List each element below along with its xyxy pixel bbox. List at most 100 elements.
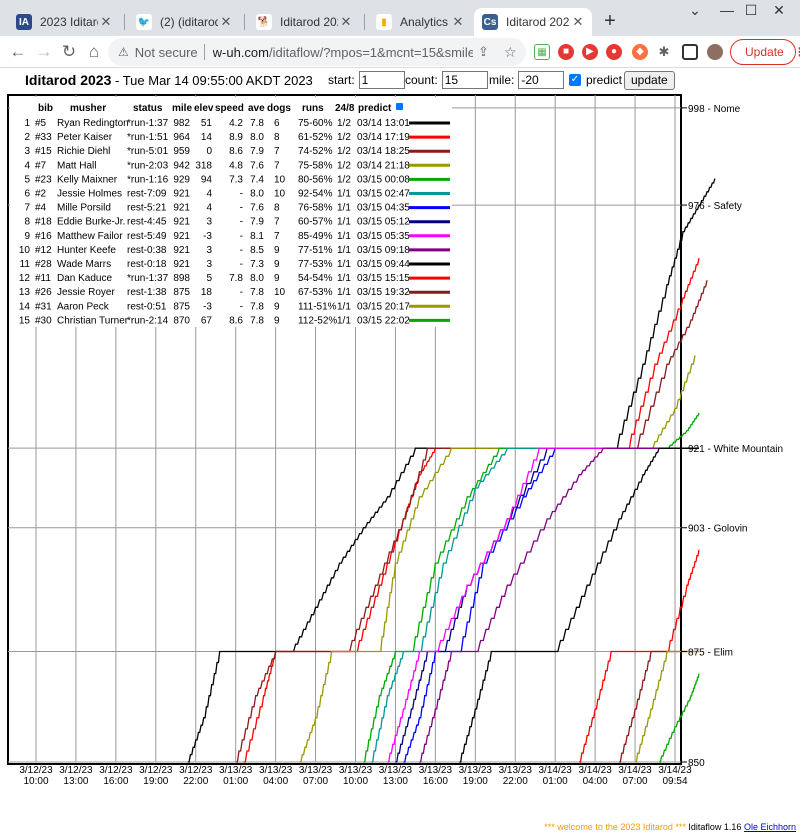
table-cell-runs: 112-52% — [298, 315, 337, 326]
x-tick-time: 01:00 — [543, 776, 568, 787]
close-tab-icon[interactable]: ✕ — [570, 14, 586, 30]
reload-icon[interactable]: ↻ — [57, 40, 81, 64]
table-cell-predict: 03/15 02:47 — [357, 189, 410, 200]
table-cell-bib: #33 — [35, 132, 52, 143]
x-tick-date: 3/14/23 — [539, 765, 573, 776]
table-cell-elev: 67 — [201, 315, 213, 326]
browser-tab-4[interactable]: ▮ Analytics ✕ — [368, 8, 472, 36]
table-cell-elev: 14 — [201, 132, 213, 143]
table-cell-dogs: 10 — [274, 174, 286, 185]
predict-checkbox[interactable]: ✓ — [569, 74, 581, 86]
browser-tab-5-active[interactable]: Cs Iditarod 2023 flo ✕ — [474, 8, 592, 36]
x-tick-date: 3/12/23 — [19, 765, 53, 776]
avatar[interactable] — [707, 44, 723, 60]
tab-title: (2) (iditarod OR — [160, 15, 218, 29]
table-cell-speed: 4.8 — [229, 160, 243, 171]
table-cell-r248: 1/1 — [337, 217, 351, 228]
x-tick-date: 3/13/23 — [499, 765, 533, 776]
chevron-down-icon[interactable]: ⌄ — [680, 2, 710, 19]
x-tick-time: 01:00 — [223, 776, 248, 787]
table-cell-mile: 929 — [173, 174, 190, 185]
table-cell-r248: 1/2 — [337, 160, 351, 171]
iditarod-logo-icon: IA — [16, 14, 32, 30]
tab-divider — [124, 14, 125, 30]
table-cell-mile: 921 — [173, 245, 190, 256]
extension-fox-icon[interactable]: ◆ — [632, 44, 648, 60]
address-bar[interactable]: ⚠ Not secure w-uh.com/iditaflow/?mpos=1&… — [108, 38, 526, 66]
table-cell-musher: Wade Marrs — [57, 259, 111, 270]
extension-stop-icon[interactable]: ■ — [558, 44, 574, 60]
home-icon[interactable]: ⌂ — [82, 40, 106, 64]
forward-arrow-icon[interactable]: → — [32, 40, 56, 64]
dog-icon: 🐕 — [256, 14, 272, 30]
browser-tab-2[interactable]: 🐦 (2) (iditarod OR ✕ — [128, 8, 240, 36]
warning-icon: ⚠ — [118, 45, 129, 59]
table-cell-n: 8 — [24, 217, 30, 228]
table-cell-mile: 898 — [173, 273, 190, 284]
checkpoint-label: 976 - Safety — [688, 201, 742, 212]
close-tab-icon[interactable]: ✕ — [98, 14, 114, 30]
table-cell-ave: 8.0 — [250, 273, 264, 284]
table-cell-status: rest-5:21 — [127, 203, 167, 214]
url-text: w-uh.com/iditaflow/?mpos=1&mcnt=15&smile… — [213, 45, 473, 60]
x-tick-date: 3/13/23 — [419, 765, 453, 776]
close-tab-icon[interactable]: ✕ — [450, 14, 466, 30]
mile-input[interactable] — [518, 71, 565, 89]
table-cell-n: 6 — [24, 189, 30, 200]
close-tab-icon[interactable]: ✕ — [218, 14, 234, 30]
share-icon[interactable]: ⇪ — [478, 44, 489, 60]
table-cell-predict: 03/15 09:44 — [357, 259, 410, 270]
table-cell-speed: - — [240, 259, 243, 270]
x-tick-date: 3/13/23 — [379, 765, 413, 776]
x-tick-time: 22:00 — [183, 776, 208, 787]
start-input[interactable] — [358, 71, 405, 89]
x-tick-time: 07:00 — [623, 776, 648, 787]
table-cell-status: rest-0:18 — [127, 259, 167, 270]
table-cell-runs: 92-54% — [298, 189, 333, 200]
table-cell-predict: 03/15 20:17 — [357, 301, 410, 312]
table-cell-r248: 1/1 — [337, 287, 351, 298]
extension-record-icon[interactable]: ● — [606, 44, 622, 60]
table-cell-mile: 875 — [173, 301, 190, 312]
table-cell-runs: 67-53% — [298, 287, 333, 298]
table-cell-r248: 1/2 — [337, 174, 351, 185]
table-cell-mile: 942 — [173, 160, 190, 171]
browser-tab-1[interactable]: IA 2023 Iditarod Tr ✕ — [8, 8, 120, 36]
close-window-icon[interactable]: ✕ — [764, 2, 794, 19]
back-arrow-icon[interactable]: ← — [6, 40, 30, 64]
table-cell-runs: 85-49% — [298, 231, 333, 242]
extension-play-icon[interactable]: ▶ — [582, 44, 598, 60]
x-tick-time: 07:00 — [303, 776, 328, 787]
table-cell-dogs: 9 — [274, 245, 280, 256]
table-cell-predict: 03/14 18:25 — [357, 146, 410, 157]
update-button[interactable]: update — [624, 71, 675, 90]
table-header: bib — [38, 103, 53, 114]
new-tab-button[interactable]: + — [598, 10, 622, 33]
checkpoint-label: 998 - Nome — [688, 104, 741, 115]
table-cell-musher: Jessie Royer — [57, 287, 115, 298]
table-cell-elev: 0 — [206, 146, 212, 157]
table-cell-mile: 921 — [173, 231, 190, 242]
standings-table: bib musher status mile elev speed ave dogs runs 2… — [10, 97, 452, 327]
table-cell-mile: 959 — [173, 146, 190, 157]
table-cell-predict: 03/15 05:12 — [357, 217, 410, 228]
table-cell-dogs: 7 — [274, 146, 280, 157]
extensions-puzzle-icon[interactable]: ✱ — [656, 44, 672, 60]
count-input[interactable] — [441, 71, 488, 89]
start-label: start: — [328, 73, 355, 87]
bookmark-star-icon[interactable]: ☆ — [504, 44, 517, 61]
browser-update-button[interactable]: Update ⋮ — [730, 39, 800, 65]
side-panel-icon[interactable] — [682, 44, 698, 60]
table-cell-musher: Jessie Holmes — [57, 189, 122, 200]
table-cell-n: 11 — [20, 259, 31, 270]
table-cell-speed: - — [240, 203, 243, 214]
maximize-icon[interactable]: ☐ — [736, 2, 766, 19]
extension-sheets-icon[interactable]: ▦ — [534, 44, 550, 60]
close-tab-icon[interactable]: ✕ — [338, 14, 354, 30]
x-tick-time: 13:00 — [383, 776, 408, 787]
table-cell-r248: 1/1 — [337, 259, 351, 270]
browser-tab-3[interactable]: 🐕 Iditarod 2023 - ✕ — [248, 8, 360, 36]
table-header: predict — [358, 103, 392, 114]
table-cell-dogs: 8 — [274, 203, 280, 214]
table-cell-dogs: 9 — [274, 315, 280, 326]
